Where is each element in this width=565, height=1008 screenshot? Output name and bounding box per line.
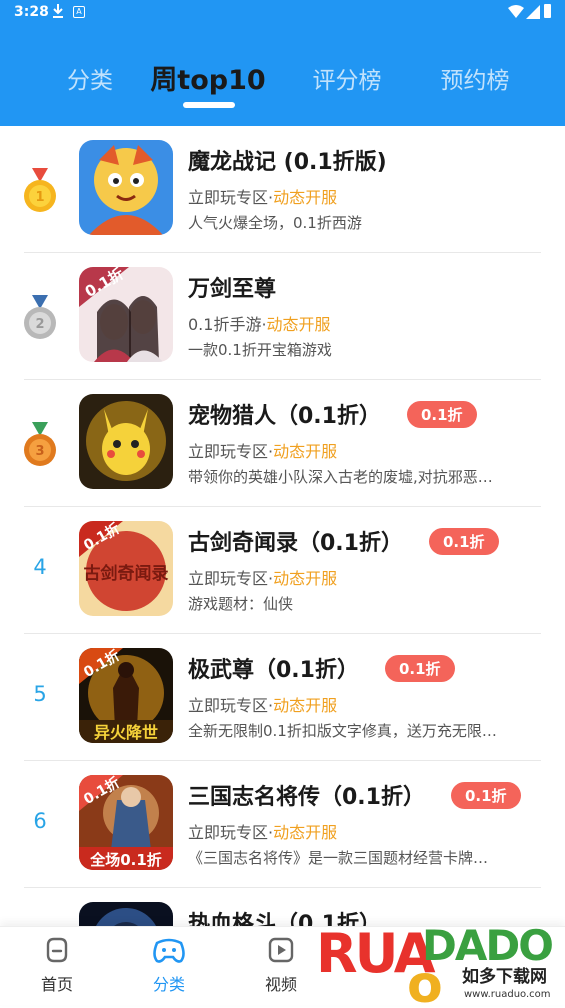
game-icon[interactable] xyxy=(79,902,173,926)
sub-prefix: 立即玩专区· xyxy=(188,569,274,588)
sub-highlight: 动态开服 xyxy=(273,823,338,842)
wifi-icon xyxy=(508,5,524,18)
svg-text:3: 3 xyxy=(35,444,44,459)
title-line: 古剑奇闻录（0.1折） 0.1折 xyxy=(188,525,499,559)
game-desc: 全新无限制0.1折扣版文字修真，送万充无限… xyxy=(188,722,497,740)
game-icon[interactable]: 0.1折 古剑奇闻录 xyxy=(79,521,173,616)
status-time: 3:28 xyxy=(14,4,49,20)
game-subline: 立即玩专区·动态开服 xyxy=(188,692,337,716)
nav-label: 首页 xyxy=(40,975,73,994)
nav-home[interactable]: 首页 xyxy=(22,935,92,995)
title-line: 三国志名将传（0.1折） 0.1折 xyxy=(188,779,521,813)
game-subline: 立即玩专区·动态开服 xyxy=(188,565,337,589)
active-tab-indicator xyxy=(183,102,235,108)
game-list[interactable]: 1 魔龙战记 (0.1折版) 立即玩专区·动态开服 人气火爆全场，0.1折西游 xyxy=(0,126,565,926)
sub-prefix: 0.1折手游· xyxy=(188,315,267,334)
tab-week-top10[interactable]: 周top10 xyxy=(148,58,268,104)
svg-text:2: 2 xyxy=(35,317,44,332)
game-subline: 立即玩专区·动态开服 xyxy=(188,819,337,843)
home-icon xyxy=(46,937,68,963)
discount-badge: 0.1折 xyxy=(450,781,521,809)
sub-prefix: 立即玩专区· xyxy=(188,696,274,715)
silver-medal-icon: 2 xyxy=(24,295,56,339)
icon-caption: 异火降世 xyxy=(94,723,158,742)
title-line: 万剑至尊 xyxy=(188,271,276,305)
game-row[interactable]: 3 宠物猎人（0.1折） 0.1折 立即玩专区·动态开服 带领你的英雄小队深入古老… xyxy=(0,380,565,507)
gamepad-icon xyxy=(153,938,185,963)
rank-number: 6 xyxy=(33,809,47,833)
nav-label: 视频 xyxy=(264,975,297,994)
game-row[interactable]: 1 魔龙战记 (0.1折版) 立即玩专区·动态开服 人气火爆全场，0.1折西游 xyxy=(0,126,565,253)
game-row[interactable]: 4 0.1折 古剑奇闻录 古剑奇闻录（0.1折） 0.1折 立即玩专区·动态开服 … xyxy=(0,507,565,634)
video-icon xyxy=(268,937,294,963)
game-title[interactable]: 古剑奇闻录（0.1折） xyxy=(188,525,403,557)
tab-bar: 分类 周top10 评分榜 预约榜 xyxy=(0,58,565,108)
gold-medal-icon: 1 xyxy=(24,168,56,212)
discount-badge: 0.1折 xyxy=(384,654,455,682)
svg-text:1: 1 xyxy=(35,190,44,205)
game-icon[interactable] xyxy=(79,140,173,235)
download-icon xyxy=(53,4,63,18)
game-desc: 带领你的英雄小队深入古老的废墟,对抗邪恶… xyxy=(188,468,493,486)
nav-label: 分类 xyxy=(152,975,185,994)
top-header: 3:28 A 分类 周top10 评分榜 预约榜 xyxy=(0,0,565,126)
nav-category[interactable]: 分类 xyxy=(134,935,204,995)
sub-prefix: 立即玩专区· xyxy=(188,442,274,461)
rank-number: 5 xyxy=(33,682,47,706)
game-desc: 一款0.1折开宝箱游戏 xyxy=(188,341,332,359)
sub-highlight: 动态开服 xyxy=(273,569,338,588)
svg-text:www.ruaduo.com: www.ruaduo.com xyxy=(464,989,551,1000)
a-app-icon: A xyxy=(73,6,85,18)
game-icon[interactable]: 0.1折 xyxy=(79,267,173,362)
sub-highlight: 动态开服 xyxy=(266,315,331,334)
game-desc: 《三国志名将传》是一款三国题材经营卡牌… xyxy=(188,849,489,867)
rank-number: 4 xyxy=(33,555,47,579)
watermark-logo: RUA DADO o 如多下载网 www.ruaduo.com xyxy=(312,910,565,1008)
game-subline: 立即玩专区·动态开服 xyxy=(188,438,337,462)
game-row[interactable]: 5 0.1折 异火降世 极武尊（0.1折） 0.1折 立即玩专区·动态开服 全新无… xyxy=(0,634,565,761)
game-icon[interactable]: 0.1折 全场0.1折 xyxy=(79,775,173,870)
game-icon[interactable] xyxy=(79,394,173,489)
tab-rating[interactable]: 评分榜 xyxy=(306,58,388,104)
discount-badge: 0.1折 xyxy=(428,527,499,555)
game-desc: 人气火爆全场，0.1折西游 xyxy=(188,214,362,232)
game-title[interactable]: 魔龙战记 (0.1折版) xyxy=(188,144,387,176)
tab-category[interactable]: 分类 xyxy=(58,58,122,104)
signal-icon xyxy=(526,5,540,19)
svg-text:o: o xyxy=(407,955,443,1004)
game-subline: 立即玩专区·动态开服 xyxy=(188,184,337,208)
game-subline: 0.1折手游·动态开服 xyxy=(188,311,331,335)
game-desc: 游戏题材：仙侠 xyxy=(188,595,294,613)
battery-icon xyxy=(544,4,551,18)
sub-prefix: 立即玩专区· xyxy=(188,823,274,842)
game-row[interactable]: 6 0.1折 全场0.1折 三国志名将传（0.1折） 0.1折 立即玩专区·动态开… xyxy=(0,761,565,888)
game-row[interactable]: 2 0.1折 万剑至尊 0.1折手游·动态开服 一款0.1折开宝箱游戏 xyxy=(0,253,565,380)
icon-caption: 古剑奇闻录 xyxy=(84,563,169,584)
bronze-medal-icon: 3 xyxy=(24,422,56,466)
game-title[interactable]: 极武尊（0.1折） xyxy=(188,652,359,684)
game-title[interactable]: 万剑至尊 xyxy=(188,271,276,303)
svg-text:如多下载网: 如多下载网 xyxy=(462,966,547,987)
title-line: 宠物猎人（0.1折） 0.1折 xyxy=(188,398,477,432)
game-title[interactable]: 三国志名将传（0.1折） xyxy=(188,779,425,811)
title-line: 极武尊（0.1折） 0.1折 xyxy=(188,652,455,686)
sub-highlight: 动态开服 xyxy=(273,696,338,715)
sub-highlight: 动态开服 xyxy=(273,442,338,461)
game-icon[interactable]: 0.1折 异火降世 xyxy=(79,648,173,743)
sub-highlight: 动态开服 xyxy=(273,188,338,207)
sub-prefix: 立即玩专区· xyxy=(188,188,274,207)
title-line: 魔龙战记 (0.1折版) xyxy=(188,144,387,178)
icon-caption: 全场0.1折 xyxy=(89,851,162,869)
nav-video[interactable]: 视频 xyxy=(246,935,316,995)
game-title[interactable]: 宠物猎人（0.1折） xyxy=(188,398,381,430)
status-bar: 3:28 A xyxy=(0,0,565,26)
discount-badge: 0.1折 xyxy=(406,400,477,428)
tab-reservation[interactable]: 预约榜 xyxy=(434,58,516,104)
